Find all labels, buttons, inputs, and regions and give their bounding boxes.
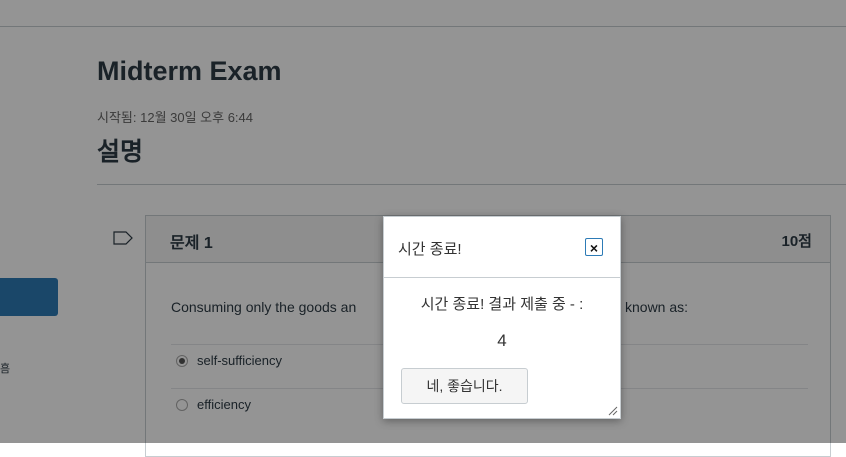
countdown-value: 4 — [497, 331, 507, 350]
resize-grip-icon[interactable] — [606, 404, 618, 416]
close-button[interactable]: × — [585, 238, 603, 256]
time-up-dialog: 시간 종료! × 시간 종료! 결과 제출 중 - : 4 네, 좋습니다. — [383, 216, 621, 419]
confirm-button[interactable]: 네, 좋습니다. — [401, 368, 528, 404]
dialog-message: 시간 종료! 결과 제출 중 - : — [420, 296, 584, 313]
dialog-header: 시간 종료! × — [384, 217, 620, 278]
dialog-title: 시간 종료! — [398, 241, 462, 258]
